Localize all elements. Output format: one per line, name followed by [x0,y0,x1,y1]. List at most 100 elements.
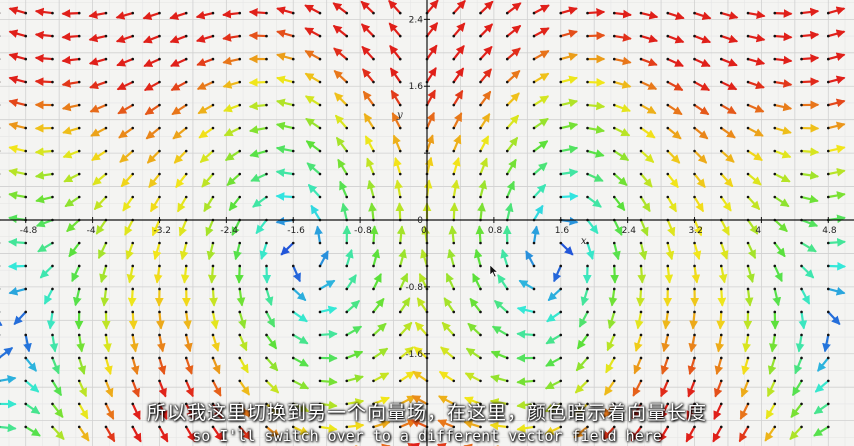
vector-tail-dot [291,103,295,107]
vector-arrow [92,172,108,186]
vector-tail-dot [773,11,777,15]
vector-arrow [68,241,81,258]
vector-tail-dot [131,80,135,84]
vector-arrow [773,9,793,18]
vector-arrow [8,167,27,177]
vector-tail-dot [398,11,402,15]
x-axis-label: x [581,236,587,247]
vector-tail-dot [131,287,135,291]
vector-tail-dot [24,195,28,199]
vector-arrow [720,80,738,91]
vector-tail-dot [559,310,563,314]
vector-arrow [223,103,241,113]
vector-tail-dot [666,264,670,268]
vector-tail-dot [719,103,723,107]
vector-tail-dot [51,80,54,84]
vector-tail-dot [826,264,830,268]
vector-arrow [469,297,482,314]
vector-arrow [226,172,241,186]
vector-arrow [62,126,81,135]
vector-tail-dot [77,333,81,337]
vector-tail-dot [318,126,322,130]
vector-tail-dot [773,172,777,176]
vector-tail-dot [318,172,322,176]
vector-tail-dot [211,333,215,337]
vector-tail-dot [265,356,268,360]
vector-arrow [93,195,108,211]
vector-arrow [116,57,134,67]
vector-arrow [150,195,161,213]
vector-tail-dot [211,264,215,268]
vector-tail-dot [693,241,696,245]
vector-arrow [264,287,274,306]
vector-tail-dot [184,195,188,199]
vector-arrow [233,241,242,261]
vector-arrow [8,191,27,200]
vector-tail-dot [532,34,536,38]
vector-tail-dot [238,287,242,291]
vector-arrow [773,102,793,112]
vector-arrow [126,264,136,284]
vector-tail-dot [505,11,509,15]
vector-arrow [120,172,134,188]
vector-tail-dot [639,103,643,107]
vector-arrow [746,241,756,260]
vector-arrow [634,310,644,330]
x-tick-label: -2.4 [220,226,238,236]
vector-arrow [169,11,188,20]
vector-tail-dot [291,195,295,199]
vector-arrow [304,4,322,15]
vector-tail-dot [398,34,402,38]
vector-tail-dot [184,126,188,130]
vector-arrow [236,287,246,307]
vector-tail-dot [318,241,322,245]
vector-tail-dot [800,11,803,15]
vector-tail-dot [398,172,402,176]
vector-tail-dot [131,11,135,15]
vector-arrow [127,287,137,307]
vector-arrow [798,310,808,330]
vector-arrow [305,118,322,130]
vector-tail-dot [24,241,28,245]
vector-arrow [553,264,562,283]
vector-tail-dot [238,80,242,84]
vector-tail-dot [666,287,670,291]
vector-tail-dot [479,195,482,199]
vector-tail-dot [158,287,161,291]
vector-arrow [717,287,727,307]
vector-arrow [639,10,659,20]
vector-tail-dot [800,57,803,61]
vector-arrow [773,218,788,233]
vector-tail-dot [398,287,402,291]
vector-tail-dot [51,195,54,199]
vector-tail-dot [184,241,188,245]
vector-tail-dot [452,287,456,291]
vector-tail-dot [318,356,322,360]
vector-tail-dot [265,241,268,245]
vector-arrow [827,121,846,131]
vector-tail-dot [184,310,188,314]
vector-arrow [452,157,461,176]
vector-tail-dot [51,103,54,107]
vector-tail-dot [693,379,696,383]
vector-arrow [183,310,192,330]
vector-arrow [660,379,669,398]
vector-arrow [608,287,618,307]
vector-arrow [613,218,623,236]
vector-tail-dot [505,195,509,199]
vector-arrow [124,218,134,236]
vector-tail-dot [612,356,616,360]
vector-arrow [639,34,659,43]
vector-arrow [746,195,761,211]
vector-tail-dot [345,310,349,314]
vector-tail-dot [318,149,322,153]
vector-tail-dot [719,80,723,84]
vector-arrow [292,287,307,302]
vector-arrow [425,134,435,153]
vector-tail-dot [345,264,349,268]
vector-arrow [720,149,735,163]
vector-arrow [131,379,141,398]
vector-arrow [398,248,407,268]
vector-arrow [148,172,161,188]
vector-arrow [613,172,628,186]
